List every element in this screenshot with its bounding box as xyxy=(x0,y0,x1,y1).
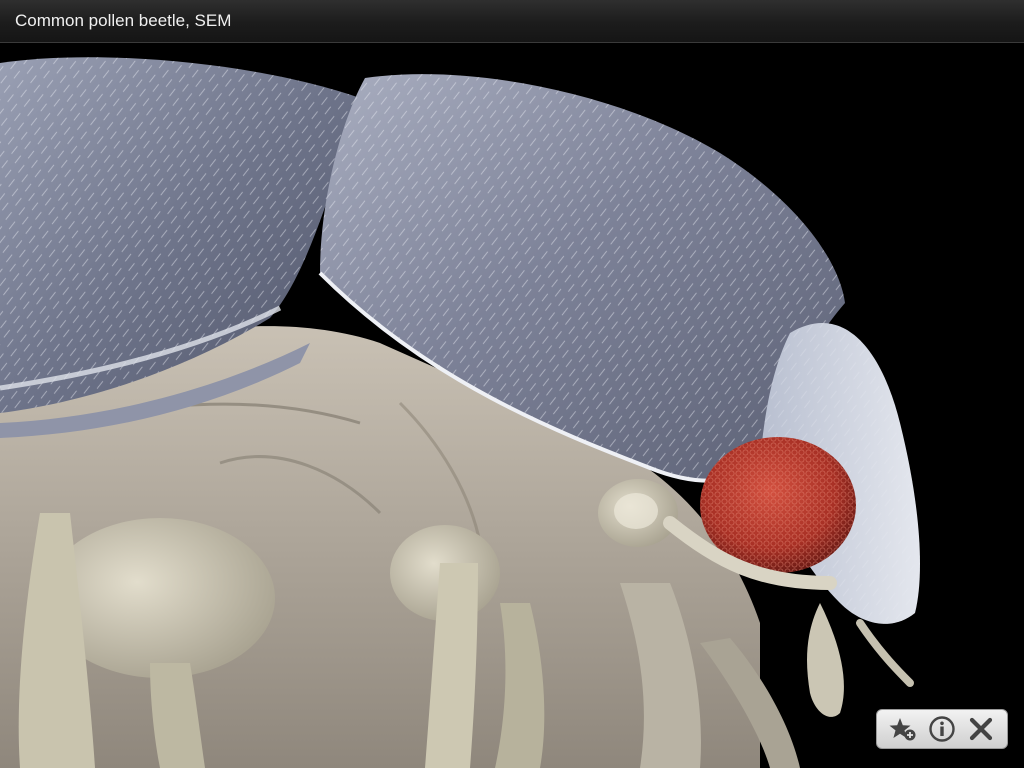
photo-toolbar xyxy=(876,709,1008,749)
favorite-button[interactable] xyxy=(887,714,919,744)
image-viewer: Common pollen beetle, SEM xyxy=(0,0,1024,768)
close-button[interactable] xyxy=(965,714,997,744)
beetle-illustration xyxy=(0,57,920,768)
info-icon xyxy=(929,716,955,742)
close-icon xyxy=(970,717,993,741)
beetle-photo[interactable] xyxy=(0,43,1024,768)
image-title: Common pollen beetle, SEM xyxy=(15,11,232,30)
title-bar: Common pollen beetle, SEM xyxy=(0,0,1024,43)
info-button[interactable] xyxy=(926,714,958,744)
star-add-icon xyxy=(889,718,916,741)
